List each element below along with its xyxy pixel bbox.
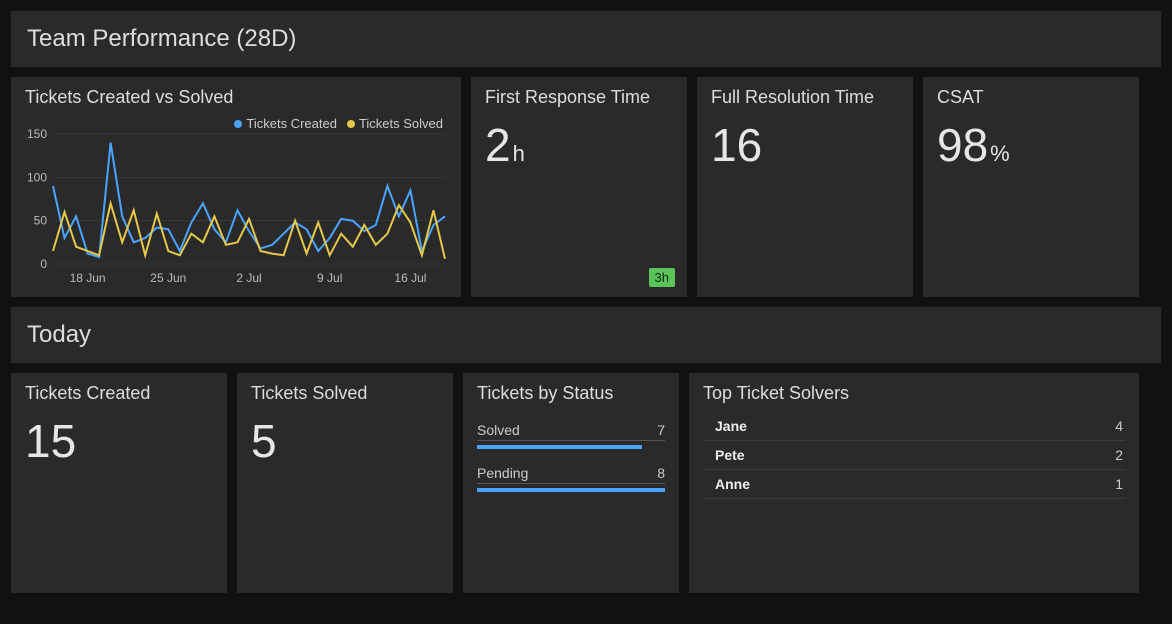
card-today-created: Tickets Created 15 xyxy=(10,372,228,594)
status-item: Pending 8 xyxy=(477,463,665,492)
card-top-solvers: Top Ticket Solvers Jane 4 Pete 2 Anne 1 xyxy=(688,372,1140,594)
status-label: Pending xyxy=(477,465,528,481)
legend-dot-icon xyxy=(347,120,355,128)
card-full-resolution-time: Full Resolution Time 16 xyxy=(696,76,914,298)
card-title: Tickets Created xyxy=(25,383,213,404)
stat-value: 2h xyxy=(485,122,673,168)
svg-text:2 Jul: 2 Jul xyxy=(236,271,261,285)
card-first-response-time: First Response Time 2h 3h xyxy=(470,76,688,298)
status-bar xyxy=(477,488,665,492)
status-bar xyxy=(477,445,665,449)
section-header-team-performance: Team Performance (28D) xyxy=(10,10,1162,68)
stat-number: 98 xyxy=(937,119,988,171)
line-chart: Tickets Created Tickets Solved 0 50 100 150… xyxy=(25,116,447,291)
leaderboard-row: Pete 2 xyxy=(703,441,1125,470)
status-item: Solved 7 xyxy=(477,420,665,449)
svg-text:16 Jul: 16 Jul xyxy=(394,271,426,285)
leaderboard-row: Jane 4 xyxy=(703,412,1125,441)
svg-text:9 Jul: 9 Jul xyxy=(317,271,342,285)
status-list: Solved 7 Pending 8 xyxy=(477,412,665,506)
svg-text:100: 100 xyxy=(27,170,47,184)
svg-text:50: 50 xyxy=(34,214,48,228)
section-header-today: Today xyxy=(10,306,1162,364)
legend-item-created: Tickets Created xyxy=(234,116,337,131)
leaderboard-value: 1 xyxy=(1115,476,1123,492)
goal-badge: 3h xyxy=(649,268,675,287)
card-title: Tickets Created vs Solved xyxy=(25,87,447,108)
chart-svg: 0 50 100 150 18 Jun 25 Jun 2 Jul 9 Jul 16 Jul xyxy=(25,116,449,286)
card-title: Tickets Solved xyxy=(251,383,439,404)
status-label: Solved xyxy=(477,422,520,438)
leaderboard-list: Jane 4 Pete 2 Anne 1 xyxy=(703,412,1125,499)
status-value: 8 xyxy=(657,465,665,481)
stat-number: 2 xyxy=(485,119,511,171)
stat-value: 98% xyxy=(937,122,1125,168)
legend-label: Tickets Solved xyxy=(359,116,443,131)
legend-item-solved: Tickets Solved xyxy=(347,116,443,131)
chart-legend: Tickets Created Tickets Solved xyxy=(234,116,443,131)
leaderboard-name: Jane xyxy=(705,418,747,434)
card-today-solved: Tickets Solved 5 xyxy=(236,372,454,594)
legend-dot-icon xyxy=(234,120,242,128)
card-tickets-chart: Tickets Created vs Solved Tickets Create… xyxy=(10,76,462,298)
svg-text:18 Jun: 18 Jun xyxy=(70,271,106,285)
card-title: Top Ticket Solvers xyxy=(703,383,1125,404)
stat-value: 15 xyxy=(25,418,213,464)
leaderboard-value: 2 xyxy=(1115,447,1123,463)
status-bar-fill xyxy=(477,488,665,492)
card-title: Tickets by Status xyxy=(477,383,665,404)
legend-label: Tickets Created xyxy=(246,116,337,131)
status-bar-fill xyxy=(477,445,642,449)
svg-text:150: 150 xyxy=(27,127,47,141)
svg-text:25 Jun: 25 Jun xyxy=(150,271,186,285)
card-title: Full Resolution Time xyxy=(711,87,899,108)
status-value: 7 xyxy=(657,422,665,438)
stat-unit: h xyxy=(513,141,525,166)
card-tickets-by-status: Tickets by Status Solved 7 Pending 8 xyxy=(462,372,680,594)
card-title: First Response Time xyxy=(485,87,673,108)
card-csat: CSAT 98% xyxy=(922,76,1140,298)
leaderboard-value: 4 xyxy=(1115,418,1123,434)
leaderboard-name: Anne xyxy=(705,476,750,492)
stat-value: 16 xyxy=(711,122,899,168)
svg-text:0: 0 xyxy=(40,257,47,271)
stat-value: 5 xyxy=(251,418,439,464)
leaderboard-name: Pete xyxy=(705,447,745,463)
card-title: CSAT xyxy=(937,87,1125,108)
stat-unit: % xyxy=(990,141,1010,166)
leaderboard-row: Anne 1 xyxy=(703,470,1125,499)
